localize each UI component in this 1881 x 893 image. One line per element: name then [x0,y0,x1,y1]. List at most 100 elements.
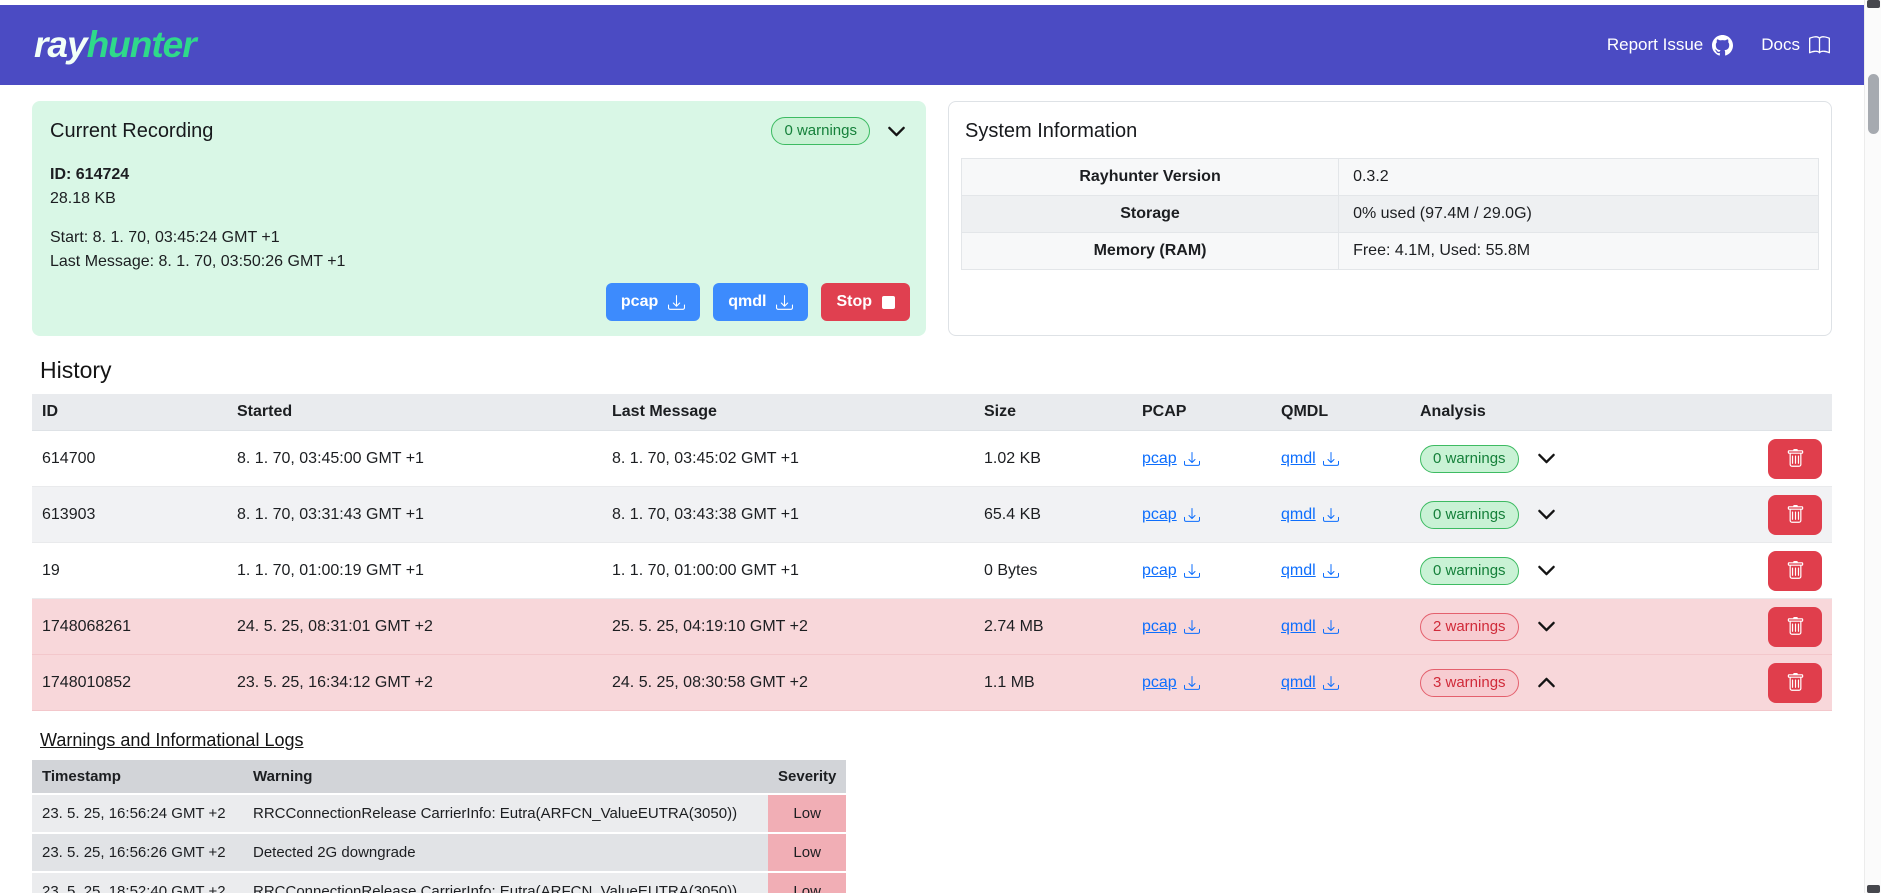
history-row-warning: 1748068261 24. 5. 25, 08:31:01 GMT +2 25… [32,599,1832,655]
sysinfo-label: Storage [962,196,1339,233]
log-warning: RRCConnectionRelease CarrierInfo: Eutra(… [243,794,768,833]
sysinfo-value: 0% used (97.4M / 29.0G) [1339,196,1819,233]
pcap-link-label: pcap [1142,674,1177,692]
delete-recording-button[interactable] [1768,663,1822,703]
download-icon [1323,619,1339,635]
expand-analysis-button[interactable] [1535,615,1558,638]
stop-recording-button[interactable]: Stop [821,283,910,321]
pcap-download-link[interactable]: pcap [1142,674,1200,692]
qmdl-download-link[interactable]: qmdl [1281,674,1339,692]
scrollbar[interactable] [1864,0,1881,893]
sysinfo-value: 0.3.2 [1339,159,1819,196]
log-timestamp: 23. 5. 25, 18:52:40 GMT +2 [32,872,243,893]
pcap-download-link[interactable]: pcap [1142,450,1200,468]
col-timestamp: Timestamp [32,760,243,794]
qmdl-download-link[interactable]: qmdl [1281,562,1339,580]
row-last-message: 8. 1. 70, 03:43:38 GMT +1 [602,487,974,543]
content-area: rayhunter Report Issue Docs Current Reco… [0,0,1864,893]
top-cards: Current Recording 0 warnings ID: 614724 … [32,101,1832,336]
warnings-badge: 0 warnings [1420,557,1519,585]
pcap-download-link[interactable]: pcap [1142,506,1200,524]
history-header-row: ID Started Last Message Size PCAP QMDL A… [32,394,1832,431]
current-warnings-badge: 0 warnings [771,117,870,145]
log-severity: Low [768,794,846,833]
col-analysis: Analysis [1410,394,1662,431]
log-warning: Detected 2G downgrade [243,833,768,872]
row-size: 1.02 KB [974,431,1132,487]
row-size: 2.74 MB [974,599,1132,655]
expand-analysis-button[interactable] [1535,503,1558,526]
docs-link[interactable]: Docs [1761,35,1830,56]
current-recording-actions: pcap qmdl Stop [606,283,910,321]
pcap-link-label: pcap [1142,450,1177,468]
scrollbar-thumb[interactable] [1868,74,1879,134]
sysinfo-row: Storage 0% used (97.4M / 29.0G) [962,196,1819,233]
row-started: 8. 1. 70, 03:31:43 GMT +1 [227,487,602,543]
pcap-download-link[interactable]: pcap [1142,618,1200,636]
sysinfo-row: Rayhunter Version 0.3.2 [962,159,1819,196]
col-qmdl: QMDL [1271,394,1410,431]
row-size: 1.1 MB [974,655,1132,711]
download-icon [776,294,793,311]
scrollbar-up-arrow[interactable] [1867,0,1880,8]
delete-recording-button[interactable] [1768,607,1822,647]
expand-analysis-button[interactable] [1535,559,1558,582]
delete-recording-button[interactable] [1768,495,1822,535]
chevron-down-icon [887,122,906,141]
row-last-message: 8. 1. 70, 03:45:02 GMT +1 [602,431,974,487]
row-id: 613903 [32,487,227,543]
pcap-download-button[interactable]: pcap [606,283,700,321]
pcap-download-link[interactable]: pcap [1142,562,1200,580]
download-icon [668,294,685,311]
scrollbar-down-arrow[interactable] [1867,885,1880,893]
delete-recording-button[interactable] [1768,439,1822,479]
history-row: 19 1. 1. 70, 01:00:19 GMT +1 1. 1. 70, 0… [32,543,1832,599]
sysinfo-label: Memory (RAM) [962,233,1339,270]
rayhunter-logo[interactable]: rayhunter [34,24,196,66]
row-started: 1. 1. 70, 01:00:19 GMT +1 [227,543,602,599]
report-issue-link[interactable]: Report Issue [1607,35,1733,56]
pcap-link-label: pcap [1142,618,1177,636]
pcap-link-label: pcap [1142,506,1177,524]
system-information-table: Rayhunter Version 0.3.2 Storage 0% used … [961,158,1819,270]
col-id: ID [32,394,227,431]
pcap-button-label: pcap [621,293,658,311]
log-row: 23. 5. 25, 16:56:24 GMT +2 RRCConnection… [32,794,846,833]
history-row: 613903 8. 1. 70, 03:31:43 GMT +1 8. 1. 7… [32,487,1832,543]
github-icon [1712,35,1733,56]
sysinfo-label: Rayhunter Version [962,159,1339,196]
row-size: 0 Bytes [974,543,1132,599]
collapse-analysis-button[interactable] [1535,671,1558,694]
sysinfo-value: Free: 4.1M, Used: 55.8M [1339,233,1819,270]
download-icon [1184,619,1200,635]
recording-last-message-time: Last Message: 8. 1. 70, 03:50:26 GMT +1 [50,250,908,274]
current-recording-expand-button[interactable] [885,120,908,143]
warnings-badge: 0 warnings [1420,501,1519,529]
qmdl-download-button[interactable]: qmdl [713,283,808,321]
stop-icon [882,296,895,309]
warnings-badge: 2 warnings [1420,613,1519,641]
row-id: 1748010852 [32,655,227,711]
history-row: 614700 8. 1. 70, 03:45:00 GMT +1 8. 1. 7… [32,431,1832,487]
qmdl-download-link[interactable]: qmdl [1281,618,1339,636]
chevron-down-icon [1537,449,1556,468]
qmdl-link-label: qmdl [1281,618,1316,636]
qmdl-download-link[interactable]: qmdl [1281,506,1339,524]
report-issue-label: Report Issue [1607,35,1703,55]
navbar: rayhunter Report Issue Docs [0,5,1864,85]
col-started: Started [227,394,602,431]
qmdl-link-label: qmdl [1281,450,1316,468]
trash-icon [1786,617,1805,636]
warnings-log-table: Timestamp Warning Severity 23. 5. 25, 16… [32,760,846,893]
history-title: History [40,357,1832,384]
expand-analysis-button[interactable] [1535,447,1558,470]
delete-recording-button[interactable] [1768,551,1822,591]
log-timestamp: 23. 5. 25, 16:56:24 GMT +2 [32,794,243,833]
warnings-log-title: Warnings and Informational Logs [40,730,303,751]
qmdl-link-label: qmdl [1281,674,1316,692]
qmdl-download-link[interactable]: qmdl [1281,450,1339,468]
download-icon [1323,563,1339,579]
logo-text-hunter: hunter [87,24,196,65]
col-size: Size [974,394,1132,431]
system-information-title: System Information [965,120,1819,143]
